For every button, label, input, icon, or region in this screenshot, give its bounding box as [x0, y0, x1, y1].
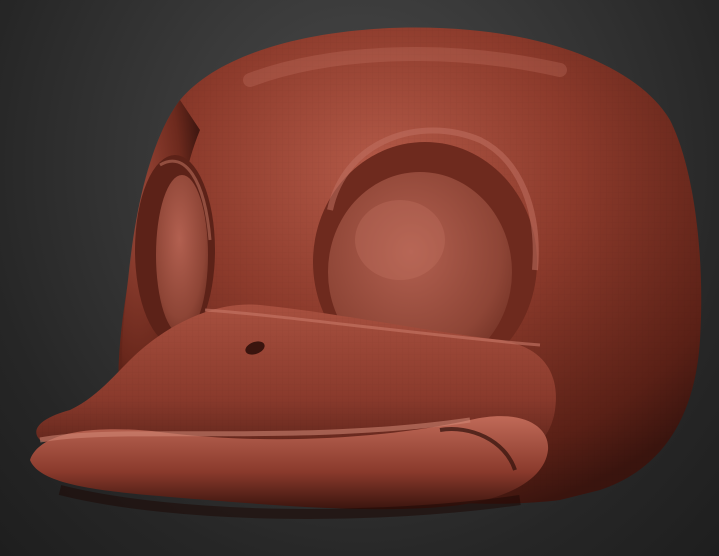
viewport-canvas[interactable] [0, 0, 719, 556]
duck-head-sculpt [30, 27, 702, 519]
left-eye [156, 175, 208, 335]
